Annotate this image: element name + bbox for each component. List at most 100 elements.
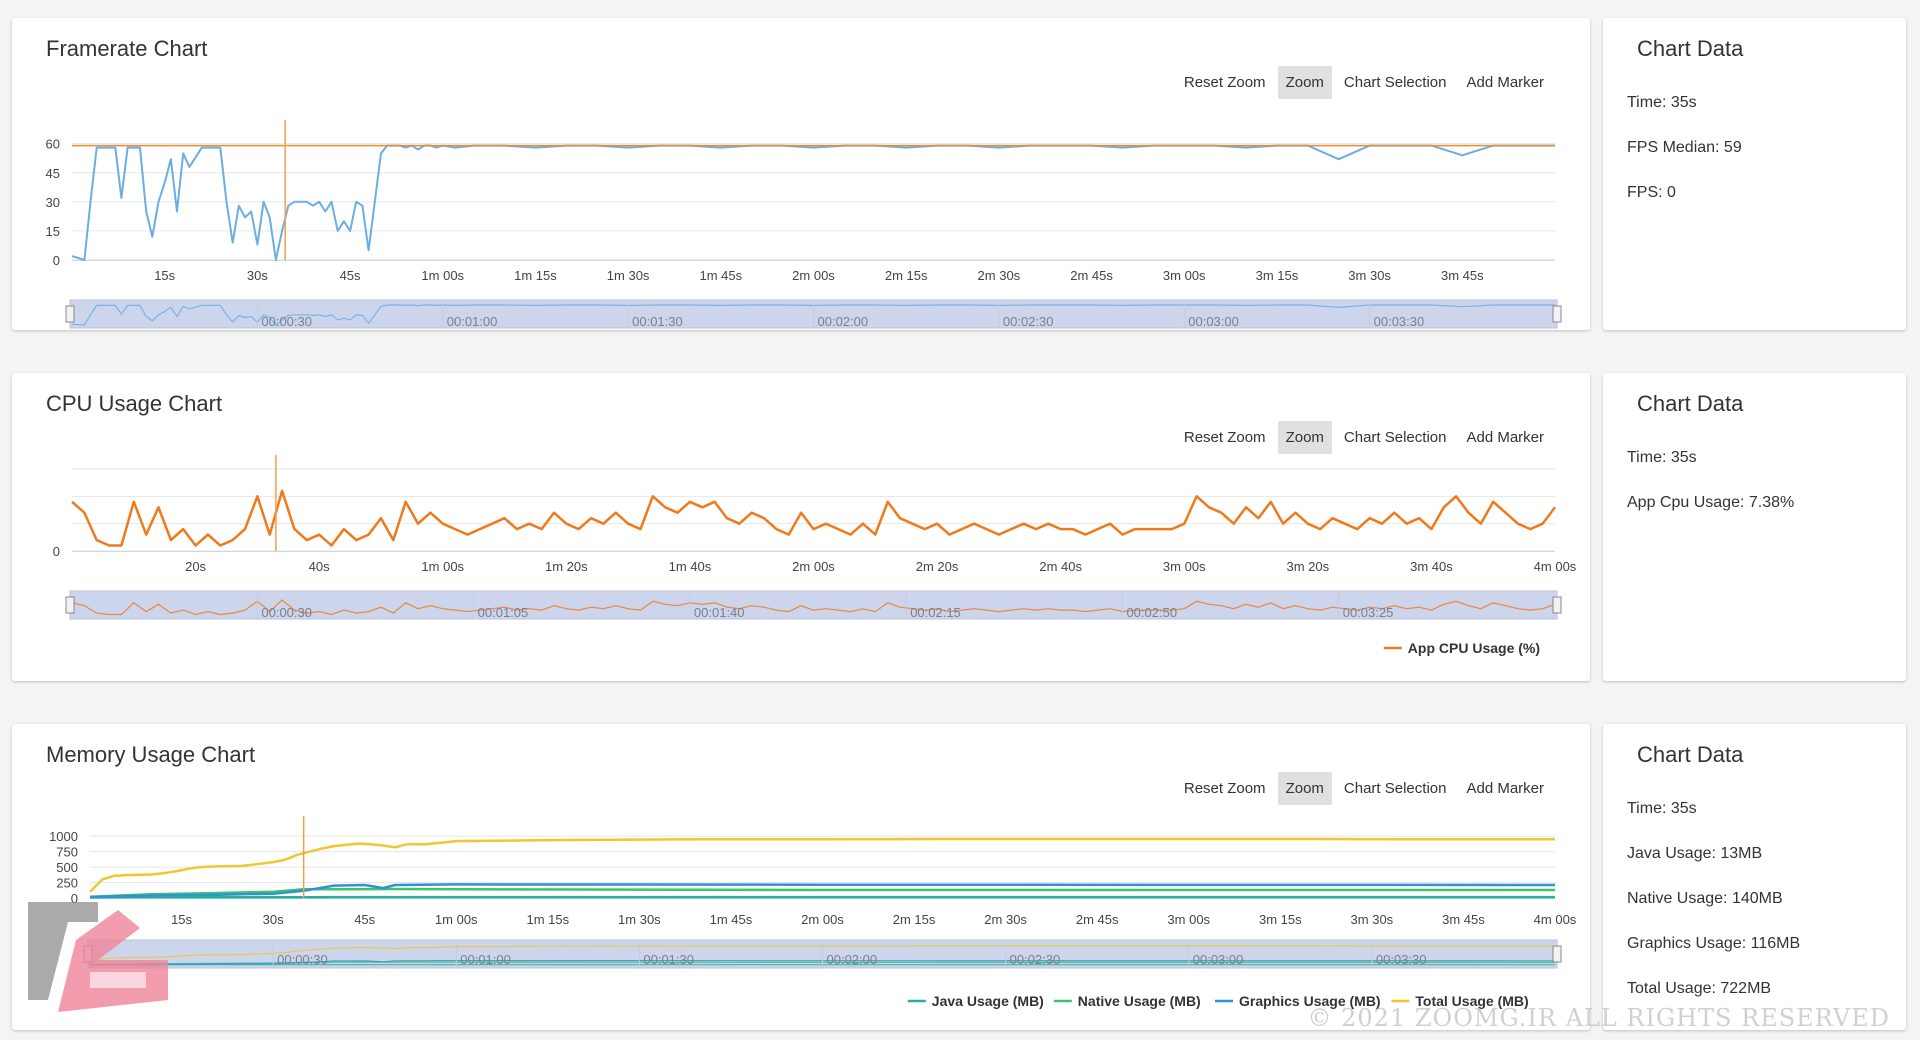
x-tick-label: 3m 30s	[1351, 912, 1394, 927]
x-tick-label: 1m 20s	[545, 559, 588, 574]
x-tick-label: 1m 00s	[421, 268, 464, 283]
x-tick-label: 2m 45s	[1076, 912, 1119, 927]
chart-navigator: 00:00:30 00:01:05 00:01:40 00:02:15 00:02:50…	[65, 590, 1562, 620]
x-tick-label: 1m 15s	[514, 268, 557, 283]
x-tick-label: 3m 40s	[1410, 559, 1453, 574]
memory-time-value: Time: 35s	[1627, 800, 1697, 817]
memory-data-panel: Chart Data Time: 35s Java Usage: 13MB Na…	[1603, 724, 1906, 1030]
x-tick-label: 2m 00s	[792, 559, 835, 574]
y-tick-label: 0	[53, 544, 60, 559]
x-tick-label: 2m 15s	[893, 912, 936, 927]
navigator-handle[interactable]	[65, 305, 75, 323]
navigator-handle[interactable]	[1552, 305, 1562, 323]
navigator-time-label: 00:02:50	[1126, 605, 1177, 620]
framerate-time-value: Time: 35s	[1627, 94, 1697, 111]
navigator-handle[interactable]	[65, 596, 75, 614]
navigator-handle[interactable]	[1552, 945, 1562, 963]
legend-label: Native Usage (MB)	[1078, 993, 1201, 1009]
legend-item[interactable]: Java Usage (MB)	[907, 993, 1044, 1009]
navigator-time-label: 00:01:00	[460, 952, 511, 967]
x-tick-label: 3m 00s	[1163, 268, 1206, 283]
fps-value: FPS: 0	[1627, 184, 1676, 201]
x-tick-label: 1m 00s	[421, 559, 464, 574]
navigator-time-label: 00:01:05	[478, 605, 529, 620]
x-tick-label: 1m 00s	[435, 912, 478, 927]
memory-chart[interactable]: 0250500750100015s 30s 45s 1m 00s 1m 15s 1m 30…	[12, 724, 1590, 1030]
x-tick-label: 2m 40s	[1039, 559, 1082, 574]
legend-label: Java Usage (MB)	[932, 993, 1044, 1009]
fps-median-value: FPS Median: 59	[1627, 139, 1742, 156]
x-tick-label: 45s	[354, 912, 375, 927]
navigator-time-label: 00:00:30	[277, 952, 328, 967]
memory-chart-card: Memory Usage Chart Reset Zoom Zoom Chart…	[12, 724, 1590, 1030]
cpu-chart-card: CPU Usage Chart Reset Zoom Zoom Chart Se…	[12, 373, 1590, 681]
series-line	[71, 489, 1556, 547]
x-tick-label: 20s	[185, 559, 206, 574]
y-tick-label: 45	[46, 166, 60, 181]
copyright-watermark: © 2021 ZOOMG.IR ALL RIGHTS RESERVED	[1307, 1004, 1890, 1032]
cpu-time-value: Time: 35s	[1627, 449, 1697, 466]
cpu-chart[interactable]: 0 20s 40s 1m 00s 1m 20s 1m 40s 2m 00s 2m 20s 2m …	[12, 373, 1590, 681]
navigator-time-label: 00:03:25	[1343, 605, 1394, 620]
x-tick-label: 3m 00s	[1167, 912, 1210, 927]
y-tick-label: 0	[53, 253, 60, 268]
x-tick-label: 1m 15s	[526, 912, 569, 927]
navigator-time-label: 00:00:30	[261, 605, 312, 620]
zoomg-logo	[28, 902, 168, 1012]
framerate-chart[interactable]: 0 15 30 45 60 15s 30s 45s 1m 00s 1m 15s 1m 30s 1m 4…	[12, 18, 1590, 330]
legend-item[interactable]: App CPU Usage (%)	[1383, 640, 1540, 656]
x-tick-label: 30s	[247, 268, 268, 283]
navigator-time-label: 00:03:00	[1188, 314, 1239, 329]
navigator-handle[interactable]	[1552, 596, 1562, 614]
legend-label: App CPU Usage (%)	[1408, 640, 1540, 656]
navigator-time-label: 00:03:30	[1374, 314, 1425, 329]
framerate-data-panel: Chart Data Time: 35s FPS Median: 59 FPS:…	[1603, 18, 1906, 330]
x-tick-label: 3m 00s	[1163, 559, 1206, 574]
x-tick-label: 45s	[340, 268, 361, 283]
x-tick-label: 30s	[263, 912, 284, 927]
y-tick-label: 30	[46, 195, 60, 210]
navigator-time-label: 00:02:00	[818, 314, 869, 329]
x-tick-label: 2m 00s	[792, 268, 835, 283]
java-usage-value: Java Usage: 13MB	[1627, 845, 1763, 862]
x-tick-label: 1m 45s	[699, 268, 742, 283]
x-tick-label: 3m 45s	[1441, 268, 1484, 283]
x-tick-label: 2m 15s	[885, 268, 928, 283]
x-tick-label: 1m 40s	[669, 559, 712, 574]
x-tick-label: 1m 30s	[607, 268, 650, 283]
navigator-time-label: 00:03:00	[1193, 952, 1244, 967]
x-tick-label: 15s	[154, 268, 175, 283]
x-tick-label: 1m 30s	[618, 912, 661, 927]
x-tick-label: 4m 00s	[1534, 912, 1577, 927]
legend-item[interactable]: Native Usage (MB)	[1053, 993, 1201, 1009]
x-tick-label: 3m 45s	[1442, 912, 1485, 927]
chart-navigator: 00:00:30 00:01:00 00:01:30 00:02:00 00:02:30…	[65, 299, 1562, 329]
x-tick-label: 2m 20s	[916, 559, 959, 574]
y-tick-label: 250	[56, 876, 78, 891]
cpu-panel-title: Chart Data	[1637, 391, 1744, 416]
total-usage-value: Total Usage: 722MB	[1627, 980, 1772, 997]
navigator-time-label: 00:02:30	[1003, 314, 1054, 329]
app-cpu-usage-value: App Cpu Usage: 7.38%	[1627, 494, 1795, 511]
cpu-data-panel: Chart Data Time: 35s App Cpu Usage: 7.38…	[1603, 373, 1906, 681]
y-tick-label: 60	[46, 137, 60, 152]
memory-panel-title: Chart Data	[1637, 742, 1744, 767]
x-tick-label: 4m 00s	[1534, 559, 1577, 574]
framerate-chart-card: Framerate Chart Reset Zoom Zoom Chart Se…	[12, 18, 1590, 330]
x-tick-label: 3m 20s	[1287, 559, 1330, 574]
navigator-time-label: 00:02:30	[1010, 952, 1061, 967]
y-tick-label: 750	[56, 845, 78, 860]
x-tick-label: 2m 30s	[978, 268, 1021, 283]
navigator-time-label: 00:03:30	[1376, 952, 1427, 967]
x-tick-label: 3m 15s	[1256, 268, 1299, 283]
navigator-time-label: 00:01:00	[447, 314, 498, 329]
y-tick-label: 500	[56, 860, 78, 875]
navigator-time-label: 00:02:15	[910, 605, 961, 620]
x-tick-label: 40s	[309, 559, 330, 574]
chart-navigator: 00:00:30 00:01:00 00:01:30 00:02:00 00:02:30…	[83, 939, 1562, 969]
x-tick-label: 2m 30s	[984, 912, 1027, 927]
y-tick-label: 15	[46, 224, 60, 239]
navigator-time-label: 00:01:30	[643, 952, 694, 967]
x-tick-label: 3m 15s	[1259, 912, 1302, 927]
navigator-time-label: 00:01:40	[694, 605, 745, 620]
